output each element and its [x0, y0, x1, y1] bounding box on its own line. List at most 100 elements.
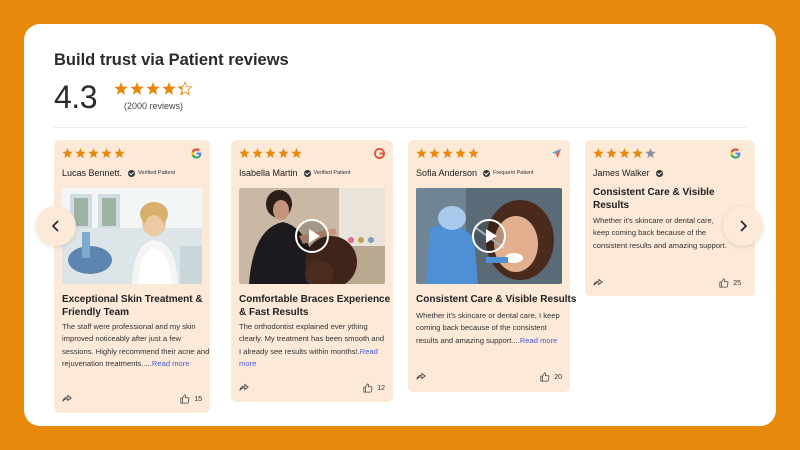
- star-icon: [130, 82, 144, 95]
- rating-stars: [114, 81, 193, 96]
- reviews-count: (2000 reviews): [124, 101, 184, 111]
- review-video[interactable]: [416, 188, 562, 284]
- review-text: The orthodontist explained ever ything c…: [239, 321, 387, 371]
- star-empty-icon: [645, 148, 656, 159]
- check-icon: [303, 169, 311, 177]
- read-more-link[interactable]: Read more: [520, 336, 558, 345]
- star-icon: [239, 148, 250, 159]
- reviewer: James Walker: [593, 168, 663, 178]
- share-icon[interactable]: [62, 390, 72, 408]
- star-rating: [239, 148, 302, 160]
- like-count: 15: [194, 395, 202, 403]
- play-icon[interactable]: [472, 219, 506, 253]
- card-footer: 12: [239, 382, 385, 394]
- play-icon[interactable]: [295, 219, 329, 253]
- review-card[interactable]: Isabella Martin Verified Patient Comfort…: [231, 140, 393, 402]
- section-title: Build trust via Patient reviews: [54, 51, 289, 69]
- google-icon: [730, 148, 741, 159]
- star-icon: [416, 148, 427, 159]
- star-icon: [252, 148, 263, 159]
- star-icon: [265, 148, 276, 159]
- next-button[interactable]: [723, 206, 763, 246]
- reviewer-name: Lucas Bennett.: [62, 168, 123, 178]
- thumbs-up-icon: [540, 372, 550, 382]
- like-count: 20: [554, 373, 562, 381]
- chevron-left-icon: [51, 220, 59, 232]
- like-count: 25: [733, 279, 741, 287]
- star-icon: [62, 148, 73, 159]
- thumbs-up-icon: [180, 394, 190, 404]
- star-icon: [606, 148, 617, 159]
- card-footer: 25: [593, 277, 741, 289]
- chevron-right-icon: [740, 220, 748, 232]
- badge-label: Verified Patient: [313, 170, 351, 176]
- star-icon: [114, 148, 125, 159]
- star-icon: [632, 148, 643, 159]
- star-icon: [146, 82, 160, 95]
- reviewer: Isabella Martin Verified Patient: [239, 168, 351, 178]
- star-icon: [88, 148, 99, 159]
- reviewer-name: Sofia Anderson: [416, 168, 478, 178]
- badge-label: Verified Patient: [138, 170, 176, 176]
- read-more-link[interactable]: Read more: [152, 359, 190, 368]
- like-button[interactable]: 12: [363, 383, 385, 393]
- star-rating: [416, 148, 479, 160]
- reviews-carousel[interactable]: Lucas Bennett. Verified Patient Exceptio…: [24, 140, 776, 426]
- review-text: Whether it's skincare or dental care, ke…: [593, 215, 731, 252]
- reviews-panel: Build trust via Patient reviews 4.3 (200…: [24, 24, 776, 426]
- verified-badge: Verified Patient: [128, 169, 176, 177]
- reviewer: Sofia Anderson Frequent Patient: [416, 168, 534, 178]
- star-icon: [619, 148, 630, 159]
- card-footer: 20: [416, 371, 562, 383]
- star-rating: [62, 148, 125, 160]
- review-card[interactable]: Lucas Bennett. Verified Patient Exceptio…: [54, 140, 210, 413]
- clinic-photo: [62, 188, 202, 284]
- card-footer: 15: [62, 393, 202, 405]
- star-rating: [593, 148, 656, 160]
- star-icon: [101, 148, 112, 159]
- star-icon: [593, 148, 604, 159]
- star-icon: [114, 82, 128, 95]
- verified-badge: Verified Patient: [303, 169, 351, 177]
- review-title: Comfortable Braces Experience & Fast Res…: [239, 294, 391, 318]
- star-half-icon: [177, 81, 193, 96]
- star-icon: [429, 148, 440, 159]
- star-icon: [442, 148, 453, 159]
- reviewer-name: Isabella Martin: [239, 168, 298, 178]
- star-icon: [291, 148, 302, 159]
- like-button[interactable]: 20: [540, 372, 562, 382]
- share-icon[interactable]: [239, 379, 249, 397]
- prev-button[interactable]: [36, 206, 76, 246]
- navigation-arrow-icon: [551, 148, 562, 159]
- check-icon: [128, 169, 136, 177]
- like-count: 12: [377, 384, 385, 392]
- star-icon: [278, 148, 289, 159]
- divider: [54, 127, 746, 128]
- badge-label: Frequent Patient: [493, 170, 534, 176]
- google-icon: [191, 148, 202, 159]
- star-icon: [468, 148, 479, 159]
- average-rating: 4.3: [54, 79, 97, 115]
- reviewer-name: James Walker: [593, 168, 650, 178]
- star-icon: [455, 148, 466, 159]
- reviewer: Lucas Bennett. Verified Patient: [62, 168, 175, 178]
- share-icon[interactable]: [593, 274, 603, 292]
- share-icon[interactable]: [416, 368, 426, 386]
- star-icon: [75, 148, 86, 159]
- review-card[interactable]: Sofia Anderson Frequent Patient Consiste…: [408, 140, 576, 392]
- review-text: Whether it's skincare or dental care, I …: [416, 310, 564, 347]
- review-body: Whether it's skincare or dental care, ke…: [593, 216, 727, 250]
- like-button[interactable]: 15: [180, 394, 202, 404]
- review-text: The staff were professional and my skin …: [62, 321, 210, 371]
- like-button[interactable]: 25: [719, 278, 741, 288]
- check-icon: [655, 169, 663, 177]
- red-source-icon: [374, 148, 385, 159]
- verified-badge: Frequent Patient: [483, 169, 534, 177]
- review-title: Exceptional Skin Treatment & Friendly Te…: [62, 294, 203, 318]
- review-photo[interactable]: [62, 188, 202, 284]
- review-title: Consistent Care & Visible Results: [593, 187, 715, 211]
- thumbs-up-icon: [363, 383, 373, 393]
- star-icon: [162, 82, 176, 95]
- thumbs-up-icon: [719, 278, 729, 288]
- review-video[interactable]: [239, 188, 385, 284]
